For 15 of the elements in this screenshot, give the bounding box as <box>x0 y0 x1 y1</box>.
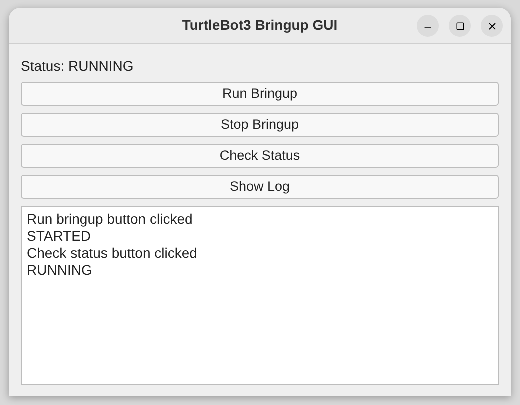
maximize-icon <box>456 22 464 30</box>
status-label: Status: RUNNING <box>21 57 135 76</box>
close-button[interactable] <box>481 15 503 37</box>
maximize-button[interactable] <box>449 15 471 37</box>
window-title: TurtleBot3 Bringup GUI <box>182 16 338 35</box>
log-text-area[interactable]: Run bringup button clicked STARTED Check status button clicked RUNNING <box>21 206 499 385</box>
action-button[interactable]: Check Status <box>21 144 499 168</box>
action-button[interactable]: Show Log <box>21 175 499 199</box>
log-line: Run bringup button clicked <box>27 211 194 228</box>
action-button[interactable]: Run Bringup <box>21 82 499 106</box>
close-icon <box>486 20 498 32</box>
log-line: RUNNING <box>27 262 94 279</box>
log-line: Check status button clicked <box>27 245 198 262</box>
log-line: STARTED <box>27 228 92 245</box>
action-button[interactable]: Stop Bringup <box>21 113 499 137</box>
